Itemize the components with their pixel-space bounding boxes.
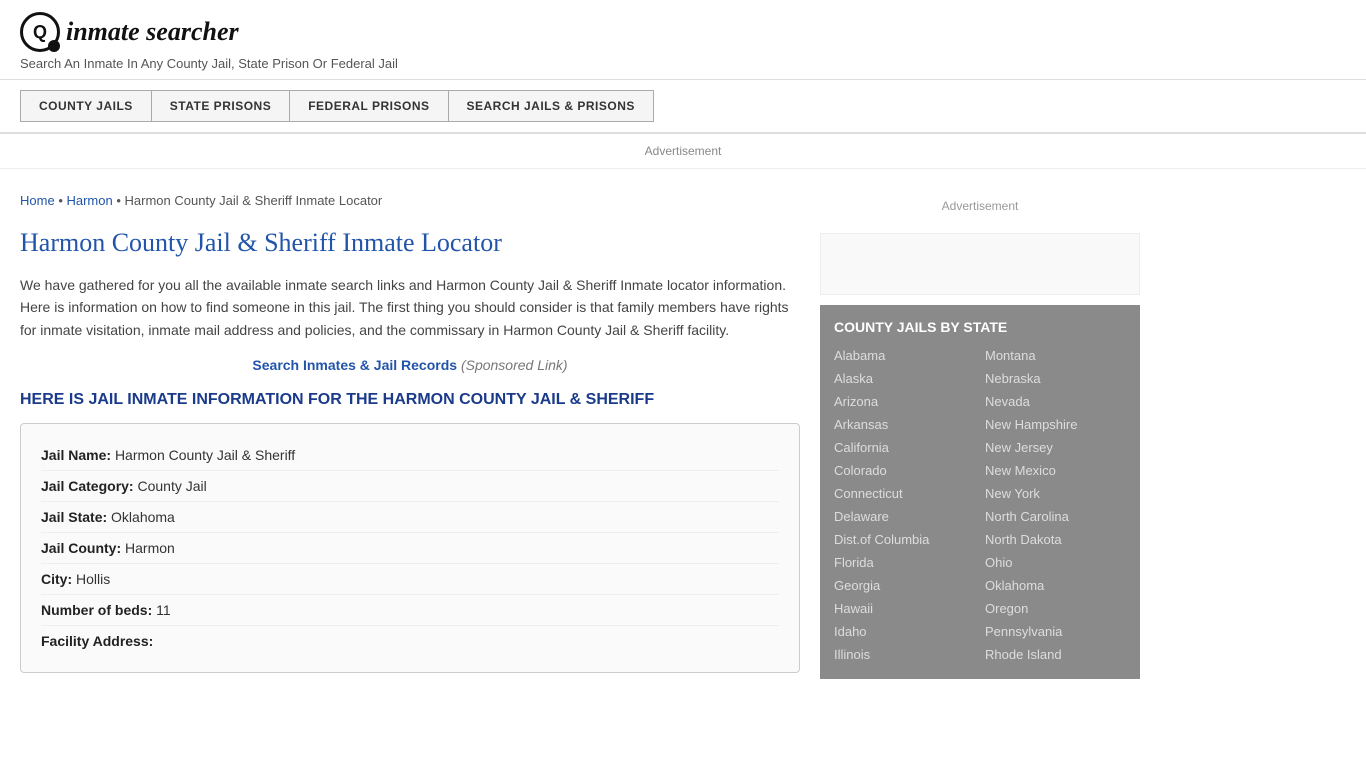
sidebar-ad-label: Advertisement	[820, 189, 1140, 223]
state-link-right-4[interactable]: New Jersey	[985, 437, 1126, 458]
top-ad-banner: Advertisement	[0, 134, 1366, 169]
nav-federal-prisons[interactable]: FEDERAL PRISONS	[289, 90, 447, 122]
main-nav: COUNTY JAILS STATE PRISONS FEDERAL PRISO…	[0, 80, 1366, 134]
state-link-right-12[interactable]: Pennsylvania	[985, 621, 1126, 642]
state-link-right-9[interactable]: Ohio	[985, 552, 1126, 573]
state-link-right-13[interactable]: Rhode Island	[985, 644, 1126, 665]
info-value-name-text: Harmon County Jail & Sheriff	[115, 447, 295, 463]
states-grid: Alabama Montana Alaska Nebraska Arizona Nevad…	[834, 345, 1126, 665]
info-row-state: Jail State: Oklahoma	[41, 502, 779, 533]
info-label-beds: Number of beds:	[41, 602, 152, 618]
jail-info-box: Jail Name: Harmon County Jail & Sheriff …	[20, 423, 800, 673]
info-row-address: Facility Address:	[41, 626, 779, 656]
breadcrumb-home[interactable]: Home	[20, 193, 55, 208]
page-title: Harmon County Jail & Sheriff Inmate Loca…	[20, 228, 800, 258]
info-section-heading: HERE IS JAIL INMATE INFORMATION FOR THE …	[20, 391, 800, 409]
state-link-right-0[interactable]: Montana	[985, 345, 1126, 366]
sidebar-section-title: COUNTY JAILS BY STATE	[834, 319, 1126, 335]
state-link-left-8[interactable]: Dist.of Columbia	[834, 529, 975, 550]
state-link-right-5[interactable]: New Mexico	[985, 460, 1126, 481]
state-link-right-2[interactable]: Nevada	[985, 391, 1126, 412]
search-inmates-link[interactable]: Search Inmates & Jail Records	[252, 357, 457, 373]
state-link-left-9[interactable]: Florida	[834, 552, 975, 573]
state-link-right-10[interactable]: Oklahoma	[985, 575, 1126, 596]
info-label-name: Jail Name:	[41, 447, 111, 463]
nav-state-prisons[interactable]: STATE PRISONS	[151, 90, 289, 122]
tagline: Search An Inmate In Any County Jail, Sta…	[20, 56, 1346, 71]
info-value-city-text: Hollis	[76, 571, 110, 587]
state-link-left-6[interactable]: Connecticut	[834, 483, 975, 504]
logo-text: inmate searcher	[66, 17, 239, 47]
state-link-right-8[interactable]: North Dakota	[985, 529, 1126, 550]
state-link-right-1[interactable]: Nebraska	[985, 368, 1126, 389]
page-description: We have gathered for you all the availab…	[20, 274, 800, 341]
state-link-left-12[interactable]: Idaho	[834, 621, 975, 642]
sidebar: Advertisement COUNTY JAILS BY STATE Alab…	[820, 179, 1140, 693]
site-header: Q inmate searcher Search An Inmate In An…	[0, 0, 1366, 80]
info-label-state: Jail State:	[41, 509, 107, 525]
state-link-left-4[interactable]: California	[834, 437, 975, 458]
state-link-left-11[interactable]: Hawaii	[834, 598, 975, 619]
state-link-left-0[interactable]: Alabama	[834, 345, 975, 366]
state-link-left-2[interactable]: Arizona	[834, 391, 975, 412]
state-link-right-3[interactable]: New Hampshire	[985, 414, 1126, 435]
breadcrumb-current: Harmon County Jail & Sheriff Inmate Loca…	[125, 193, 383, 208]
info-row-city: City: Hollis	[41, 564, 779, 595]
nav-county-jails[interactable]: COUNTY JAILS	[20, 90, 151, 122]
info-row-category: Jail Category: County Jail	[41, 471, 779, 502]
state-link-right-7[interactable]: North Carolina	[985, 506, 1126, 527]
state-link-right-6[interactable]: New York	[985, 483, 1126, 504]
state-link-left-5[interactable]: Colorado	[834, 460, 975, 481]
sponsored-text: (Sponsored Link)	[461, 357, 568, 373]
sidebar-ad-box	[820, 233, 1140, 295]
info-label-category: Jail Category:	[41, 478, 134, 494]
info-value-beds-text: 11	[156, 602, 171, 618]
county-jails-by-state: COUNTY JAILS BY STATE Alabama Montana Alas…	[820, 305, 1140, 679]
state-link-left-10[interactable]: Georgia	[834, 575, 975, 596]
logo-icon: Q	[20, 12, 60, 52]
breadcrumb-parent[interactable]: Harmon	[66, 193, 112, 208]
logo-area: Q inmate searcher	[20, 12, 1346, 52]
state-link-left-3[interactable]: Arkansas	[834, 414, 975, 435]
info-value-category-text: County Jail	[137, 478, 206, 494]
info-row-county: Jail County: Harmon	[41, 533, 779, 564]
info-value-county-text: Harmon	[125, 540, 175, 556]
info-label-address: Facility Address:	[41, 633, 153, 649]
breadcrumb-separator2: •	[116, 193, 124, 208]
state-link-left-1[interactable]: Alaska	[834, 368, 975, 389]
info-label-county: Jail County:	[41, 540, 121, 556]
info-row-beds: Number of beds: 11	[41, 595, 779, 626]
breadcrumb: Home • Harmon • Harmon County Jail & She…	[20, 179, 800, 218]
state-link-right-11[interactable]: Oregon	[985, 598, 1126, 619]
info-row-name: Jail Name: Harmon County Jail & Sheriff	[41, 440, 779, 471]
info-value-state-text: Oklahoma	[111, 509, 175, 525]
nav-search-jails[interactable]: SEARCH JAILS & PRISONS	[448, 90, 654, 122]
state-link-left-13[interactable]: Illinois	[834, 644, 975, 665]
main-layout: Home • Harmon • Harmon County Jail & She…	[0, 179, 1300, 693]
content-area: Home • Harmon • Harmon County Jail & She…	[20, 179, 820, 693]
search-link-area: Search Inmates & Jail Records (Sponsored…	[20, 357, 800, 373]
info-label-city: City:	[41, 571, 72, 587]
state-link-left-7[interactable]: Delaware	[834, 506, 975, 527]
